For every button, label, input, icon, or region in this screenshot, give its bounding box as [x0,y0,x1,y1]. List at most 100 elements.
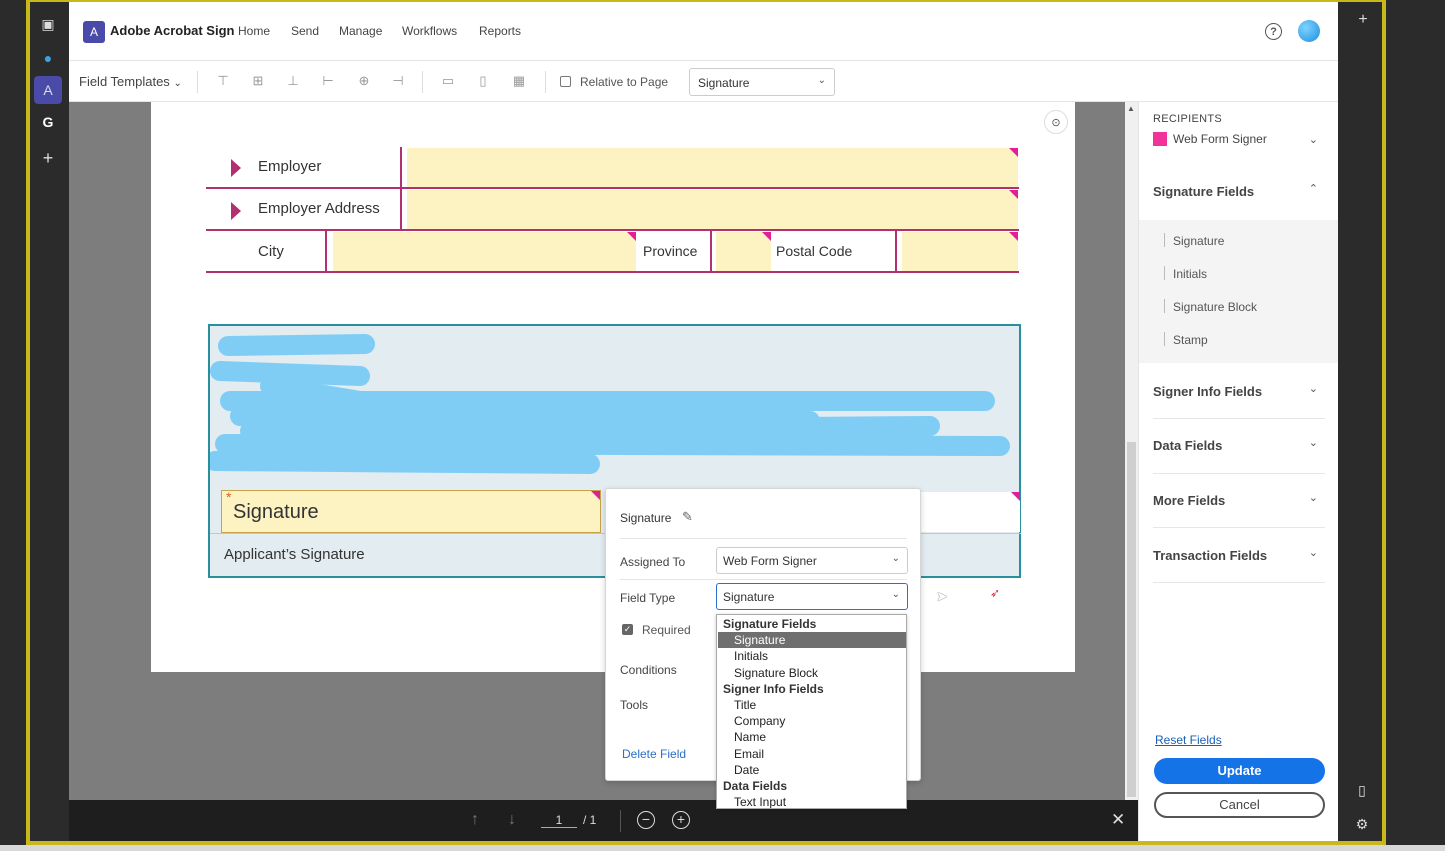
adobe-logo-icon: A [83,21,105,43]
dropdown-option[interactable]: Company [718,713,906,729]
prev-page-icon[interactable]: ↑ [471,811,479,829]
skype-icon[interactable]: ● [34,44,62,72]
date-field[interactable] [921,492,1020,532]
vertical-scrollbar[interactable]: ▲ [1125,102,1138,800]
nav-reports[interactable]: Reports [479,24,521,38]
tools-label[interactable]: Tools [620,698,648,712]
scroll-thumb[interactable] [1127,442,1136,797]
chevron-down-icon[interactable]: ⌄ [1309,382,1318,395]
dropdown-option[interactable]: Signature Block [718,665,906,681]
assigned-to-label: Assigned To [620,555,686,569]
field-type-options-list: Signature Fields Signature Initials Signatu… [716,614,907,809]
field-corner-marker [1009,148,1018,157]
new-tab-icon[interactable]: + [1349,6,1377,34]
field-toolbar: Field Templates ⌄ ⊤ ⊞ ⊥ ⊢ ⊕ ⊣ ▭ ▯ ▦ Rela… [69,61,1338,102]
next-page-icon[interactable]: ↓ [508,811,516,829]
divider [1153,418,1325,419]
required-marker-icon [231,159,241,177]
zoom-in-icon[interactable]: + [672,811,690,829]
scroll-up-icon[interactable]: ▲ [1127,104,1135,113]
help-icon[interactable]: ? [1265,23,1282,40]
dropdown-option[interactable]: Date [718,762,906,778]
signer-info-fields-header[interactable]: Signer Info Fields [1153,384,1262,399]
nav-home[interactable]: Home [238,24,270,38]
desktop-frame: ▣ ● A G + ▯ ⚙ + A Adobe Acrobat Sign Hom… [0,0,1445,851]
signature-fields-header[interactable]: Signature Fields [1153,184,1254,199]
postal-code-field[interactable] [902,232,1018,272]
align-middle-icon[interactable]: ⊞ [249,72,267,90]
add-icon[interactable]: + [34,144,62,172]
avatar[interactable] [1298,20,1320,42]
employer-field[interactable] [407,148,1018,188]
nav-workflows[interactable]: Workflows [402,24,457,38]
conditions-label[interactable]: Conditions [620,663,677,677]
field-type-dropdown[interactable]: Signature ⌄ [716,583,908,610]
delete-field-link[interactable]: Delete Field [622,747,686,761]
data-fields-header[interactable]: Data Fields [1153,438,1222,453]
dropdown-option[interactable]: Email [718,746,906,762]
fields-panel: RECIPIENTS Web Form Signer ⌄ Signature F… [1138,102,1338,841]
acrobat-icon[interactable]: A [34,76,62,104]
nav-manage[interactable]: Manage [339,24,382,38]
field-type-select[interactable]: Signature ⌄ [689,68,835,96]
page-number-input[interactable]: 1 [541,813,577,828]
dropdown-option[interactable]: Title [718,697,906,713]
chevron-down-icon[interactable]: ⌄ [1309,491,1318,504]
align-top-icon[interactable]: ⊤ [214,72,232,90]
list-bar [1164,332,1165,346]
reset-fields-link[interactable]: Reset Fields [1155,733,1222,747]
mouse-cursor-icon: ➤ [936,588,948,604]
more-fields-header[interactable]: More Fields [1153,493,1225,508]
close-icon[interactable]: ✕ [1111,810,1125,830]
employer-label: Employer [258,158,322,175]
city-field[interactable] [333,232,636,272]
dropdown-option[interactable]: Initials [718,648,906,664]
align-right-icon[interactable]: ⊣ [389,72,407,90]
pencil-icon[interactable]: ✎ [682,509,693,525]
recipient-select[interactable]: Web Form Signer [1173,132,1267,146]
field-initials[interactable]: Initials [1173,267,1207,281]
align-center-icon[interactable]: ⊕ [355,72,373,90]
fit-view-icon[interactable]: ⊙ [1044,110,1068,134]
chevron-down-icon[interactable]: ⌄ [1309,133,1318,146]
match-height-icon[interactable]: ▯ [474,72,492,90]
chevron-down-icon: ⌄ [173,78,182,89]
zoom-out-icon[interactable]: − [637,811,655,829]
field-corner-marker [1009,190,1018,199]
relative-to-page-checkbox[interactable] [560,76,571,87]
chevron-down-icon: ⌄ [891,553,900,564]
grammarly-icon[interactable]: G [34,108,62,136]
field-signature[interactable]: Signature [1173,234,1224,248]
cancel-button[interactable]: Cancel [1154,792,1325,818]
update-button[interactable]: Update [1154,758,1325,784]
employer-address-field[interactable] [407,190,1018,230]
popover-title: Signature [620,511,672,525]
nav-send[interactable]: Send [291,24,319,38]
match-width-icon[interactable]: ▭ [439,72,457,90]
chevron-up-icon[interactable]: ⌃ [1309,182,1318,195]
field-templates-menu[interactable]: Field Templates ⌄ [79,74,182,89]
field-signature-block[interactable]: Signature Block [1173,300,1257,314]
dropdown-option[interactable]: Text Input [718,794,906,808]
dropdown-option[interactable]: Name [718,729,906,745]
assigned-to-select[interactable]: Web Form Signer ⌄ [716,547,908,574]
transaction-fields-header[interactable]: Transaction Fields [1153,548,1267,563]
page-total: / 1 [583,813,597,827]
signature-field[interactable]: * Signature [221,489,601,533]
panel-toggle-icon[interactable]: ▣ [34,10,62,38]
browser-sidebar: ▣ ● A G + [30,2,66,841]
divider [1153,582,1325,583]
app-title: Adobe Acrobat Sign [110,23,235,38]
toolbar-divider [620,810,621,832]
distribute-icon[interactable]: ▦ [510,72,528,90]
required-checkbox[interactable]: ✓ [622,624,633,635]
sidebar-icon[interactable]: ▯ [1348,776,1376,804]
field-stamp[interactable]: Stamp [1173,333,1208,347]
settings-icon[interactable]: ⚙ [1348,810,1376,838]
dropdown-option[interactable]: Signature [718,632,906,649]
align-bottom-icon[interactable]: ⊥ [284,72,302,90]
field-corner-marker [591,491,600,500]
align-left-icon[interactable]: ⊢ [319,72,337,90]
chevron-down-icon[interactable]: ⌄ [1309,546,1318,559]
chevron-down-icon[interactable]: ⌄ [1309,436,1318,449]
